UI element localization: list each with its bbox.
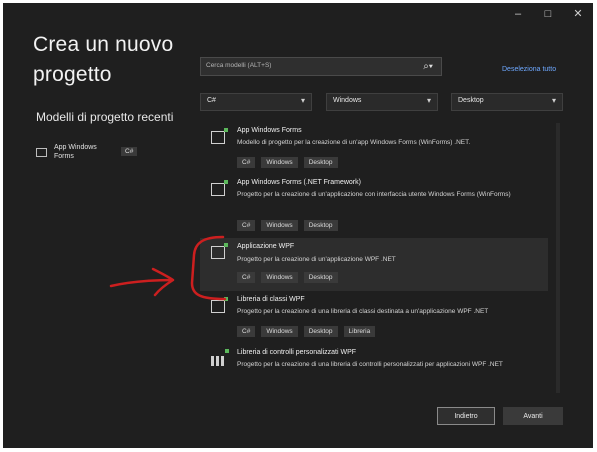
tag: Windows xyxy=(261,326,298,337)
winforms-icon xyxy=(211,128,228,144)
minimize-icon[interactable]: – xyxy=(503,3,533,25)
new-project-dialog: – □ ✕ Crea un nuovo progetto Modelli di … xyxy=(3,3,593,448)
chevron-down-icon: ▾ xyxy=(426,96,431,105)
recent-template-tag: C# xyxy=(121,147,138,156)
window-icon xyxy=(36,148,47,157)
template-item-wpf-app[interactable]: Applicazione WPF Progetto per la creazio… xyxy=(200,238,548,291)
page-title-line1: Crea un nuovo xyxy=(33,33,174,56)
language-filter-value: C# xyxy=(207,97,216,104)
search-input[interactable]: Cerca modelli (ALT+S) ⌕▾ xyxy=(200,57,442,76)
template-name: App Windows Forms xyxy=(237,127,302,134)
template-name: Libreria di classi WPF xyxy=(237,296,305,303)
template-description: Progetto per la creazione di un'applicaz… xyxy=(237,191,511,198)
close-icon[interactable]: ✕ xyxy=(563,3,593,25)
maximize-icon[interactable]: □ xyxy=(533,3,563,25)
tag: C# xyxy=(237,326,256,337)
template-name: Applicazione WPF xyxy=(237,243,295,250)
back-button[interactable]: Indietro xyxy=(437,407,495,425)
wpf-icon xyxy=(211,243,228,259)
chevron-down-icon: ▾ xyxy=(300,96,305,105)
tag: Desktop xyxy=(303,220,338,231)
clear-all-link[interactable]: Deseleziona tutto xyxy=(502,66,556,73)
template-description: Modello di progetto per la creazione di … xyxy=(237,139,471,146)
template-name: Libreria di controlli personalizzati WPF xyxy=(237,349,357,356)
next-button[interactable]: Avanti xyxy=(503,407,563,425)
page-title-line2: progetto xyxy=(33,63,112,86)
tag: Windows xyxy=(261,220,298,231)
tag: C# xyxy=(237,220,256,231)
tag: Desktop xyxy=(303,157,338,168)
project-type-filter[interactable]: Desktop ▾ xyxy=(451,93,563,111)
tag: C# xyxy=(237,157,256,168)
tag: C# xyxy=(237,272,256,283)
tag: Desktop xyxy=(303,272,338,283)
tag: Windows xyxy=(261,272,298,283)
winforms-icon xyxy=(211,180,228,196)
class-library-icon xyxy=(211,297,228,313)
platform-filter[interactable]: Windows ▾ xyxy=(326,93,438,111)
recent-template-name: App Windows Forms xyxy=(54,144,97,160)
template-name: App Windows Forms (.NET Framework) xyxy=(237,179,361,186)
template-item-winforms[interactable]: App Windows Forms Modello di progetto pe… xyxy=(200,127,548,173)
recent-templates-title: Modelli di progetto recenti xyxy=(36,110,174,124)
search-placeholder: Cerca modelli (ALT+S) xyxy=(206,62,272,69)
template-item-wpf-control-library[interactable]: Libreria di controlli personalizzati WPF… xyxy=(200,349,548,391)
tag: Libreria xyxy=(343,326,376,337)
template-description: Progetto per la creazione di una libreri… xyxy=(237,308,489,315)
template-item-winforms-framework[interactable]: App Windows Forms (.NET Framework) Proge… xyxy=(200,179,548,235)
chevron-down-icon: ▾ xyxy=(551,96,556,105)
scrollbar[interactable] xyxy=(556,123,560,393)
tag: Desktop xyxy=(303,326,338,337)
control-library-icon xyxy=(211,349,229,366)
template-description: Progetto per la creazione di un'applicaz… xyxy=(237,256,396,263)
tag: Windows xyxy=(261,157,298,168)
project-type-filter-value: Desktop xyxy=(458,97,484,104)
recent-template-item[interactable]: App Windows Forms C# xyxy=(36,143,196,169)
template-item-wpf-class-library[interactable]: Libreria di classi WPF Progetto per la c… xyxy=(200,296,548,344)
template-description: Progetto per la creazione di una libreri… xyxy=(237,361,503,368)
search-icon[interactable]: ⌕▾ xyxy=(423,61,433,72)
language-filter[interactable]: C# ▾ xyxy=(200,93,312,111)
platform-filter-value: Windows xyxy=(333,97,362,104)
